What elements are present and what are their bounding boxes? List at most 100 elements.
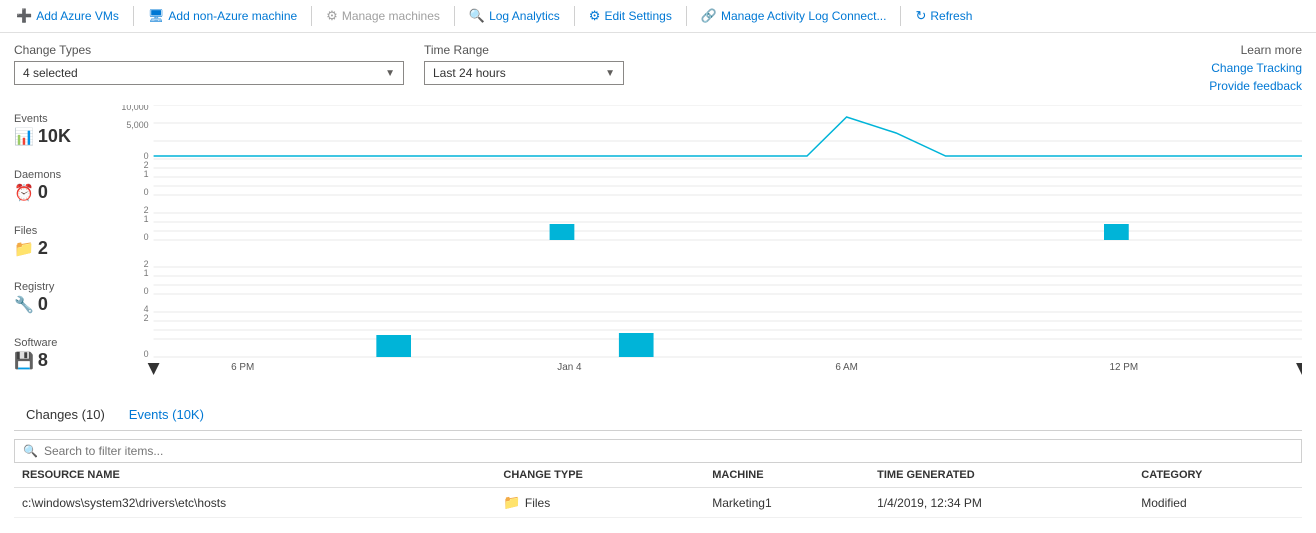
- svg-text:0: 0: [144, 232, 149, 242]
- registry-value-row: 🔧 0: [14, 294, 114, 316]
- events-value: 10K: [38, 126, 71, 148]
- tab-events[interactable]: Events (10K): [117, 401, 216, 430]
- add-azure-vms-button[interactable]: ➕ Add Azure VMs: [8, 4, 127, 28]
- svg-text:1: 1: [144, 214, 149, 224]
- svg-text:5,000: 5,000: [126, 120, 148, 130]
- events-value-row: 📊 10K: [14, 126, 114, 148]
- events-label: Events: [14, 113, 114, 125]
- svg-text:1: 1: [144, 169, 149, 179]
- svg-text:6 AM: 6 AM: [835, 362, 858, 373]
- files-label: Files: [14, 225, 114, 237]
- log-analytics-button[interactable]: 🔍 Log Analytics: [461, 4, 568, 28]
- provide-feedback-link[interactable]: Provide feedback: [1209, 79, 1302, 93]
- software-label: Software: [14, 337, 114, 349]
- software-value: 8: [38, 350, 48, 372]
- registry-value: 0: [38, 294, 48, 316]
- manage-activity-button[interactable]: 🔗 Manage Activity Log Connect...: [693, 4, 895, 28]
- cell-change-type: 📁Files: [495, 488, 704, 518]
- col-header-category: CATEGORY: [1133, 463, 1302, 488]
- learn-more-title: Learn more: [1241, 43, 1302, 57]
- cell-resource-name: c:\windows\system32\drivers\etc\hosts: [14, 488, 495, 518]
- svg-text:0: 0: [144, 349, 149, 359]
- svg-text:Jan 4: Jan 4: [557, 362, 582, 373]
- svg-text:1: 1: [144, 268, 149, 278]
- separator-5: [686, 6, 687, 26]
- toolbar: ➕ Add Azure VMs 🖥 Add non-Azure machine …: [0, 0, 1316, 33]
- refresh-button[interactable]: ↻ Refresh: [907, 4, 980, 28]
- col-header-machine: MACHINE: [704, 463, 869, 488]
- log-analytics-icon: 🔍: [469, 8, 485, 24]
- time-range-value: Last 24 hours: [433, 66, 506, 80]
- change-types-filter: Change Types 4 selected ▼: [14, 43, 404, 85]
- manage-machines-button[interactable]: ⚙ Manage machines: [318, 4, 448, 28]
- col-header-change-type: CHANGE TYPE: [495, 463, 704, 488]
- tab-changes[interactable]: Changes (10): [14, 401, 117, 430]
- stats-panel: Events 📊 10K Daemons ⏰ 0 Files 📁 2: [14, 105, 114, 393]
- svg-text:12 PM: 12 PM: [1110, 362, 1139, 373]
- stat-registry: Registry 🔧 0: [14, 281, 114, 335]
- separator-2: [311, 6, 312, 26]
- stat-files: Files 📁 2: [14, 225, 114, 279]
- registry-label: Registry: [14, 281, 114, 293]
- separator-6: [900, 6, 901, 26]
- col-header-resource-name: RESOURCE NAME: [14, 463, 495, 488]
- cell-machine: Marketing1: [704, 488, 869, 518]
- separator-1: [133, 6, 134, 26]
- software-icon: 💾: [14, 351, 34, 371]
- stat-software: Software 💾 8: [14, 337, 114, 391]
- table-row[interactable]: c:\windows\system32\drivers\etc\hosts 📁F…: [14, 488, 1302, 518]
- change-types-label: Change Types: [14, 43, 404, 57]
- events-icon: 📊: [14, 127, 34, 147]
- add-azure-icon: ➕: [16, 8, 32, 24]
- main-chart: 10,000 5,000 0 2 1 0 2 1 0 2 1 0 4 2 0: [114, 105, 1302, 375]
- add-machine-icon: 🖥: [148, 8, 165, 24]
- learn-more-panel: Learn more Change Tracking Provide feedb…: [1209, 43, 1302, 93]
- stats-chart-row: Events 📊 10K Daemons ⏰ 0 Files 📁 2: [14, 105, 1302, 393]
- registry-icon: 🔧: [14, 295, 34, 315]
- change-type-icon: 📁: [503, 494, 520, 510]
- add-non-azure-button[interactable]: 🖥 Add non-Azure machine: [140, 4, 305, 28]
- daemons-value: 0: [38, 182, 48, 204]
- col-header-time-generated: TIME GENERATED: [869, 463, 1133, 488]
- daemons-value-row: ⏰ 0: [14, 182, 114, 204]
- main-content: Change Types 4 selected ▼ Time Range Las…: [0, 33, 1316, 528]
- refresh-icon: ↻: [915, 8, 926, 24]
- edit-settings-icon: ⚙: [589, 8, 601, 24]
- files-value: 2: [38, 238, 48, 260]
- change-types-dropdown[interactable]: 4 selected ▼: [14, 61, 404, 85]
- files-value-row: 📁 2: [14, 238, 114, 260]
- software-value-row: 💾 8: [14, 350, 114, 372]
- time-range-label: Time Range: [424, 43, 624, 57]
- svg-text:6 PM: 6 PM: [231, 362, 254, 373]
- change-tracking-link[interactable]: Change Tracking: [1211, 61, 1302, 75]
- separator-4: [574, 6, 575, 26]
- cell-category: Modified: [1133, 488, 1302, 518]
- tabs-row: Changes (10) Events (10K): [14, 401, 1302, 431]
- cell-time-generated: 1/4/2019, 12:34 PM: [869, 488, 1133, 518]
- edit-settings-button[interactable]: ⚙ Edit Settings: [581, 4, 680, 28]
- stat-daemons: Daemons ⏰ 0: [14, 169, 114, 223]
- change-types-chevron-icon: ▼: [385, 68, 395, 79]
- svg-text:0: 0: [144, 187, 149, 197]
- search-input[interactable]: [44, 444, 1293, 458]
- stat-events: Events 📊 10K: [14, 113, 114, 167]
- daemons-label: Daemons: [14, 169, 114, 181]
- manage-activity-icon: 🔗: [701, 8, 717, 24]
- svg-text:2: 2: [144, 313, 149, 323]
- search-bar: 🔍: [14, 439, 1302, 463]
- change-types-value: 4 selected: [23, 66, 78, 80]
- manage-machines-icon: ⚙: [326, 8, 338, 24]
- table-header-row: RESOURCE NAME CHANGE TYPE MACHINE TIME G…: [14, 463, 1302, 488]
- separator-3: [454, 6, 455, 26]
- data-table: RESOURCE NAME CHANGE TYPE MACHINE TIME G…: [14, 463, 1302, 518]
- chart-area: 10,000 5,000 0 2 1 0 2 1 0 2 1 0 4 2 0: [114, 105, 1302, 375]
- svg-text:0: 0: [144, 286, 149, 296]
- search-icon: 🔍: [23, 444, 38, 458]
- time-range-chevron-icon: ▼: [605, 68, 615, 79]
- time-range-filter: Time Range Last 24 hours ▼: [424, 43, 624, 85]
- files-icon: 📁: [14, 239, 34, 259]
- time-range-dropdown[interactable]: Last 24 hours ▼: [424, 61, 624, 85]
- daemons-icon: ⏰: [14, 183, 34, 203]
- svg-text:10,000: 10,000: [121, 105, 148, 112]
- filters-row: Change Types 4 selected ▼ Time Range Las…: [14, 43, 1302, 93]
